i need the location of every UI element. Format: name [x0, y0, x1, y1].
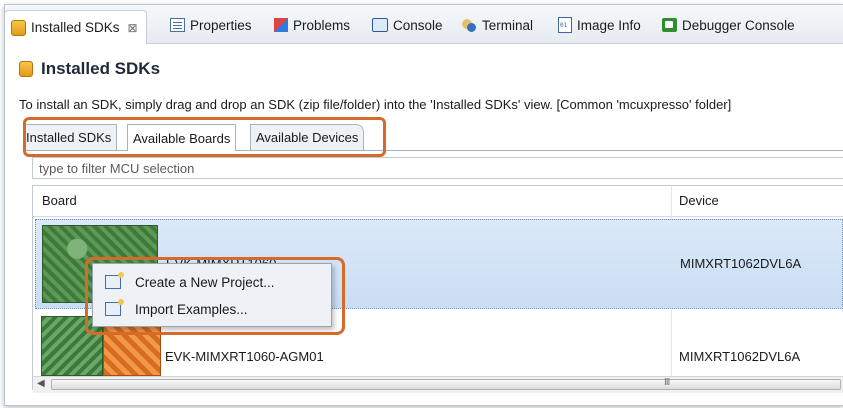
- tab-problems[interactable]: Problems: [274, 11, 350, 39]
- tab-console[interactable]: Console: [372, 11, 443, 39]
- tab-installed-sdks[interactable]: Installed SDKs ⊠: [5, 10, 147, 44]
- device-name: MIMXRT1062DVL6A: [680, 256, 802, 271]
- problems-icon: [274, 18, 288, 32]
- page-title-text: Installed SDKs: [41, 59, 161, 78]
- column-header-device[interactable]: Device: [679, 193, 719, 208]
- view-tab-bar: Installed SDKs ⊠ Properties Problems Con…: [5, 5, 843, 44]
- tab-image-info[interactable]: Image Info: [558, 11, 641, 39]
- scroll-left-arrow-icon[interactable]: ◀: [37, 378, 45, 389]
- tab-label: Properties: [190, 17, 252, 33]
- image-info-icon: [558, 17, 572, 33]
- scrollbar-thumb[interactable]: III: [51, 377, 841, 390]
- menu-highlight-callout: [85, 257, 345, 335]
- properties-icon: [170, 18, 185, 32]
- tabs-highlight-callout: [23, 117, 386, 157]
- console-icon: [372, 18, 388, 32]
- tab-label: Installed SDKs: [31, 20, 120, 35]
- tab-properties[interactable]: Properties: [170, 11, 252, 39]
- board-name: EVK-MIMXRT1060-AGM01: [165, 349, 324, 364]
- tab-debugger-console[interactable]: Debugger Console: [662, 11, 795, 39]
- close-icon[interactable]: ⊠: [128, 21, 138, 35]
- device-name: MIMXRT1062DVL6A: [679, 349, 801, 364]
- tab-label: Problems: [293, 17, 351, 33]
- installed-sdks-view: Installed SDKs ⊠ Properties Problems Con…: [4, 4, 843, 406]
- table-header: Board Device: [33, 186, 843, 217]
- tab-terminal[interactable]: Terminal: [461, 11, 533, 39]
- column-header-board[interactable]: Board: [42, 193, 77, 208]
- mcu-filter-input[interactable]: type to filter MCU selection: [32, 157, 843, 179]
- terminal-icon: [461, 17, 477, 33]
- sdk-icon: [19, 61, 33, 77]
- horizontal-scrollbar[interactable]: ◀ III: [33, 376, 843, 393]
- debugger-console-icon: [662, 18, 677, 32]
- sdk-icon: [11, 19, 26, 36]
- tab-label: Console: [393, 17, 443, 33]
- tab-label: Terminal: [482, 17, 534, 33]
- tab-label: Debugger Console: [682, 17, 795, 33]
- tab-label: Image Info: [577, 17, 641, 33]
- instruction-text: To install an SDK, simply drag and drop …: [19, 97, 732, 112]
- page-title: Installed SDKs: [19, 59, 160, 79]
- scrollbar-grip: III: [664, 377, 670, 388]
